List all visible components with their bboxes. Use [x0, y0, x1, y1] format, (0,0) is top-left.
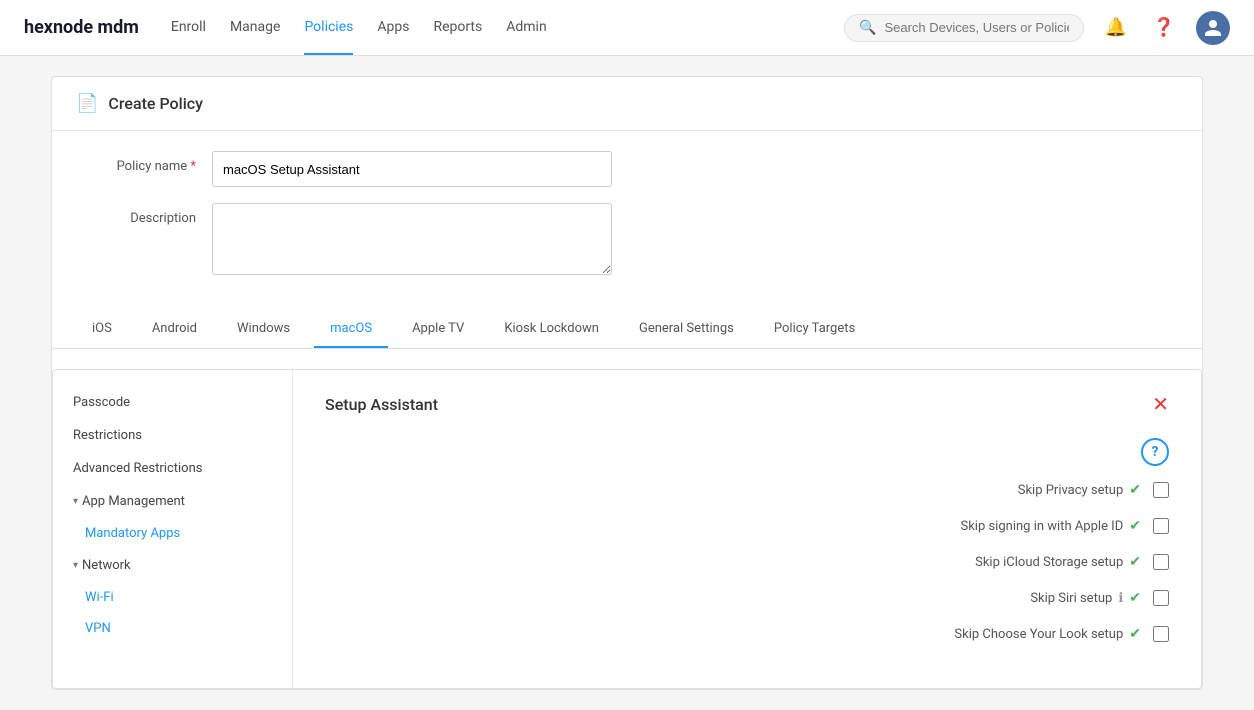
- skip-privacy-label: Skip Privacy setup ✔: [1018, 482, 1141, 498]
- tab-android[interactable]: Android: [136, 311, 213, 348]
- search-bar[interactable]: 🔍: [844, 14, 1084, 42]
- sidebar-item-advanced-restrictions[interactable]: Advanced Restrictions: [53, 452, 292, 485]
- help-icon[interactable]: ❓: [1148, 12, 1180, 44]
- form-section: Policy name * Description: [52, 131, 1202, 311]
- policy-name-input[interactable]: [212, 151, 612, 187]
- sidebar-item-passcode[interactable]: Passcode: [53, 386, 292, 419]
- sidebar-label-vpn: VPN: [85, 621, 111, 636]
- user-avatar[interactable]: [1196, 11, 1230, 45]
- check-icon-siri: ✔: [1129, 590, 1141, 606]
- brand-logo[interactable]: hexnode mdm: [24, 17, 139, 38]
- check-icon-apple-id: ✔: [1129, 518, 1141, 534]
- nav-links: Enroll Manage Policies Apps Reports Admi…: [171, 1, 812, 55]
- panel-actions: ✕: [1152, 394, 1169, 414]
- skip-siri-checkbox[interactable]: [1153, 590, 1169, 606]
- setup-item-skip-choose-look: Skip Choose Your Look setup ✔: [325, 626, 1169, 642]
- sidebar-subitem-wifi[interactable]: Wi-Fi: [53, 582, 292, 613]
- help-question-button[interactable]: ?: [1141, 438, 1169, 466]
- search-input[interactable]: [884, 20, 1069, 35]
- skip-apple-id-label: Skip signing in with Apple ID ✔: [960, 518, 1141, 534]
- description-label: Description: [76, 203, 196, 226]
- brand-name: hexnode mdm: [24, 17, 139, 38]
- nav-reports[interactable]: Reports: [433, 1, 482, 55]
- sidebar-label-restrictions: Restrictions: [73, 428, 142, 443]
- sidebar-label-passcode: Passcode: [73, 395, 130, 410]
- close-button[interactable]: ✕: [1152, 394, 1169, 414]
- sidebar-group-app-management[interactable]: ▾ App Management: [53, 485, 292, 518]
- panel-title: Setup Assistant: [325, 395, 438, 414]
- info-icon-siri: ℹ: [1118, 591, 1123, 606]
- check-icon-choose-look: ✔: [1129, 626, 1141, 642]
- sidebar-subitem-mandatory-apps[interactable]: Mandatory Apps: [53, 518, 292, 549]
- description-textarea[interactable]: [212, 203, 612, 275]
- setup-item-skip-icloud: Skip iCloud Storage setup ✔: [325, 554, 1169, 570]
- sidebar-group-label-app-management: App Management: [82, 494, 185, 509]
- setup-item-skip-siri: Skip Siri setup ℹ ✔: [325, 590, 1169, 606]
- policy-tabs: iOS Android Windows macOS Apple TV Kiosk…: [52, 311, 1202, 349]
- sidebar-group-network[interactable]: ▾ Network: [53, 549, 292, 582]
- top-navigation: hexnode mdm Enroll Manage Policies Apps …: [0, 0, 1254, 56]
- tab-apple-tv[interactable]: Apple TV: [396, 311, 480, 348]
- sidebar-group-label-network: Network: [82, 558, 131, 573]
- nav-admin[interactable]: Admin: [506, 1, 546, 55]
- policy-sidebar: Passcode Restrictions Advanced Restricti…: [53, 370, 293, 688]
- policy-name-label: Policy name *: [76, 151, 196, 174]
- setup-item-skip-privacy: Skip Privacy setup ✔: [325, 482, 1169, 498]
- skip-icloud-label: Skip iCloud Storage setup ✔: [975, 554, 1141, 570]
- create-policy-card: 📄 Create Policy Policy name * Descriptio…: [51, 76, 1203, 690]
- nav-policies[interactable]: Policies: [304, 1, 353, 55]
- sidebar-subitem-vpn[interactable]: VPN: [53, 613, 292, 644]
- panel-header: Setup Assistant ✕: [325, 394, 1169, 414]
- sidebar-label-advanced-restrictions: Advanced Restrictions: [73, 461, 202, 476]
- description-row: Description: [76, 203, 1178, 275]
- policy-body: Passcode Restrictions Advanced Restricti…: [52, 369, 1202, 689]
- check-icon-icloud: ✔: [1129, 554, 1141, 570]
- tab-policy-targets[interactable]: Policy Targets: [758, 311, 871, 348]
- skip-choose-look-checkbox[interactable]: [1153, 626, 1169, 642]
- nav-enroll[interactable]: Enroll: [171, 1, 206, 55]
- card-title: Create Policy: [108, 94, 203, 113]
- chevron-down-icon-2: ▾: [73, 560, 78, 571]
- tab-general-settings[interactable]: General Settings: [623, 311, 750, 348]
- skip-siri-label: Skip Siri setup ℹ ✔: [1030, 590, 1141, 606]
- search-icon: 🔍: [859, 20, 876, 36]
- skip-icloud-checkbox[interactable]: [1153, 554, 1169, 570]
- skip-apple-id-checkbox[interactable]: [1153, 518, 1169, 534]
- skip-choose-look-label: Skip Choose Your Look setup ✔: [954, 626, 1141, 642]
- notification-bell-icon[interactable]: 🔔: [1100, 12, 1132, 44]
- document-icon: 📄: [76, 93, 98, 114]
- skip-privacy-checkbox[interactable]: [1153, 482, 1169, 498]
- nav-apps[interactable]: Apps: [377, 1, 409, 55]
- tab-windows[interactable]: Windows: [221, 311, 306, 348]
- tab-ios[interactable]: iOS: [76, 311, 128, 348]
- setup-item-skip-apple-id: Skip signing in with Apple ID ✔: [325, 518, 1169, 534]
- card-header: 📄 Create Policy: [52, 77, 1202, 131]
- sidebar-label-wifi: Wi-Fi: [85, 590, 114, 605]
- setup-assistant-panel: Setup Assistant ✕ ? Skip Privacy setup ✔: [293, 370, 1201, 688]
- tab-kiosk-lockdown[interactable]: Kiosk Lockdown: [488, 311, 615, 348]
- nav-manage[interactable]: Manage: [230, 1, 280, 55]
- chevron-down-icon: ▾: [73, 496, 78, 507]
- tab-macos[interactable]: macOS: [314, 311, 388, 348]
- sidebar-item-restrictions[interactable]: Restrictions: [53, 419, 292, 452]
- help-section: ?: [325, 438, 1169, 466]
- check-icon-privacy: ✔: [1129, 482, 1141, 498]
- policy-name-row: Policy name *: [76, 151, 1178, 187]
- main-content: 📄 Create Policy Policy name * Descriptio…: [27, 56, 1227, 710]
- sidebar-label-mandatory-apps: Mandatory Apps: [85, 526, 180, 541]
- nav-right-section: 🔍 🔔 ❓: [844, 11, 1230, 45]
